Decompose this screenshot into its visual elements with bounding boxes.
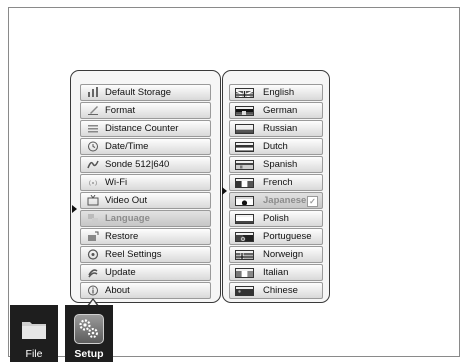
settings-item-format[interactable]: Format <box>80 102 211 119</box>
language-menu: English German Russian Dutch Spanish Fre… <box>222 70 330 303</box>
polish-flag-icon <box>235 214 254 224</box>
folder-icon <box>19 314 49 344</box>
german-flag-icon <box>235 106 254 116</box>
language-item-italian[interactable]: Italian <box>229 264 323 281</box>
language-item-norwegian[interactable]: Norweign <box>229 246 323 263</box>
language-item-portuguese[interactable]: Portuguese <box>229 228 323 245</box>
settings-item-label: Update <box>105 267 136 278</box>
format-icon <box>87 105 99 116</box>
italian-flag-icon <box>235 268 254 278</box>
selected-checkbox[interactable]: ✓ <box>307 196 318 207</box>
settings-item-restore[interactable]: Restore <box>80 228 211 245</box>
language-item-label: Spanish <box>263 159 298 170</box>
russian-flag-icon <box>235 124 254 134</box>
sonde-icon <box>87 159 99 170</box>
language-item-dutch[interactable]: Dutch <box>229 138 323 155</box>
language-item-label: Russian <box>263 123 298 134</box>
language-item-german[interactable]: German <box>229 102 323 119</box>
setup-tab-label: Setup <box>74 348 104 360</box>
video-out-icon <box>87 194 99 206</box>
selection-pointer <box>222 187 227 195</box>
settings-item-video-out[interactable]: Video Out <box>80 192 211 209</box>
settings-item-label: Restore <box>105 231 139 242</box>
language-item-label: German <box>263 105 298 116</box>
language-item-label: Japanese <box>263 195 307 206</box>
settings-item-language[interactable]: Language <box>80 210 211 227</box>
settings-item-about[interactable]: About <box>80 282 211 299</box>
settings-item-label: Sonde 512|640 <box>105 159 170 170</box>
settings-item-label: Default Storage <box>105 87 172 98</box>
language-item-label: French <box>263 177 293 188</box>
language-item-label: Polish <box>263 213 289 224</box>
clock-icon <box>87 141 99 152</box>
settings-item-update[interactable]: Update <box>80 264 211 281</box>
settings-item-label: Wi-Fi <box>105 177 128 188</box>
file-tab[interactable]: File <box>10 305 58 362</box>
update-icon <box>87 267 99 278</box>
language-item-polish[interactable]: Polish <box>229 210 323 227</box>
norwegian-flag-icon <box>235 250 254 260</box>
setup-tab[interactable]: Setup <box>65 305 113 362</box>
settings-item-wifi[interactable]: Wi-Fi <box>80 174 211 191</box>
taskbar: File Setup <box>0 305 170 362</box>
language-item-label: Portuguese <box>263 231 312 242</box>
spanish-flag-icon <box>235 160 254 170</box>
file-tab-label: File <box>25 348 43 360</box>
language-item-french[interactable]: French <box>229 174 323 191</box>
portuguese-flag-icon <box>235 232 254 242</box>
settings-item-label: Format <box>105 105 136 116</box>
language-item-label: English <box>263 87 295 98</box>
settings-item-distance-counter[interactable]: Distance Counter <box>80 120 211 137</box>
uk-flag-icon <box>235 88 254 98</box>
settings-item-label: About <box>105 285 130 296</box>
settings-item-label: Date/Time <box>105 141 149 152</box>
language-icon <box>87 213 99 224</box>
settings-item-label: Language <box>105 213 150 224</box>
language-item-russian[interactable]: Russian <box>229 120 323 137</box>
distance-counter-icon <box>87 123 99 134</box>
language-item-spanish[interactable]: Spanish <box>229 156 323 173</box>
gears-icon <box>74 314 104 344</box>
language-item-japanese[interactable]: Japanese ✓ <box>229 192 323 209</box>
language-item-english[interactable]: English <box>229 84 323 101</box>
settings-item-date-time[interactable]: Date/Time <box>80 138 211 155</box>
restore-icon <box>87 231 99 242</box>
settings-item-label: Video Out <box>105 195 148 206</box>
selection-pointer <box>72 205 77 213</box>
language-item-label: Dutch <box>263 141 288 152</box>
language-item-label: Italian <box>263 267 289 278</box>
settings-item-default-storage[interactable]: Default Storage <box>80 84 211 101</box>
language-item-chinese[interactable]: Chinese <box>229 282 323 299</box>
language-item-label: Norweign <box>263 249 304 260</box>
info-icon <box>87 285 99 296</box>
settings-item-label: Distance Counter <box>105 123 179 134</box>
reel-icon <box>87 249 99 260</box>
settings-item-sonde[interactable]: Sonde 512|640 <box>80 156 211 173</box>
settings-item-reel-settings[interactable]: Reel Settings <box>80 246 211 263</box>
french-flag-icon <box>235 178 254 188</box>
japanese-flag-icon <box>235 196 254 206</box>
chinese-flag-icon <box>235 286 254 296</box>
wifi-icon <box>87 177 99 188</box>
language-item-label: Chinese <box>263 285 298 296</box>
settings-item-label: Reel Settings <box>105 249 162 260</box>
dutch-flag-icon <box>235 142 254 152</box>
storage-icon <box>87 87 99 98</box>
settings-menu: Default Storage Format Distance Counter … <box>70 70 221 303</box>
